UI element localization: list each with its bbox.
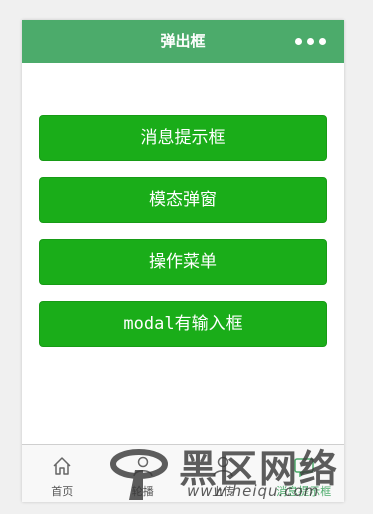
- message-icon: [294, 458, 314, 477]
- more-dots-icon[interactable]: [295, 38, 326, 45]
- tab-bar: 首页 轮播 上传 消息提示框: [22, 444, 344, 502]
- tab-toast[interactable]: 消息提示框: [264, 445, 345, 502]
- dot: [319, 38, 326, 45]
- tab-home[interactable]: 首页: [22, 445, 103, 502]
- modal-input-button[interactable]: modal有输入框: [39, 301, 327, 347]
- user-icon: [213, 456, 233, 477]
- home-icon: [53, 457, 71, 475]
- dot: [307, 38, 314, 45]
- toast-button[interactable]: 消息提示框: [39, 115, 327, 161]
- modal-button[interactable]: 模态弹窗: [39, 177, 327, 223]
- tab-label: 上传: [212, 485, 235, 498]
- tab-label: 轮播: [131, 485, 154, 498]
- tab-label: 消息提示框: [276, 485, 332, 498]
- dot: [295, 38, 302, 45]
- main-content: 消息提示框 模态弹窗 操作菜单 modal有输入框: [22, 63, 344, 444]
- user-icon: [133, 456, 153, 477]
- tab-upload[interactable]: 上传: [183, 445, 264, 502]
- tab-carousel[interactable]: 轮播: [103, 445, 184, 502]
- phone-screen: 弹出框 消息提示框 模态弹窗 操作菜单 modal有输入框 首页 轮播 上传 消…: [22, 20, 344, 502]
- navigation-bar: 弹出框: [22, 20, 344, 63]
- action-sheet-button[interactable]: 操作菜单: [39, 239, 327, 285]
- tab-label: 首页: [51, 485, 74, 498]
